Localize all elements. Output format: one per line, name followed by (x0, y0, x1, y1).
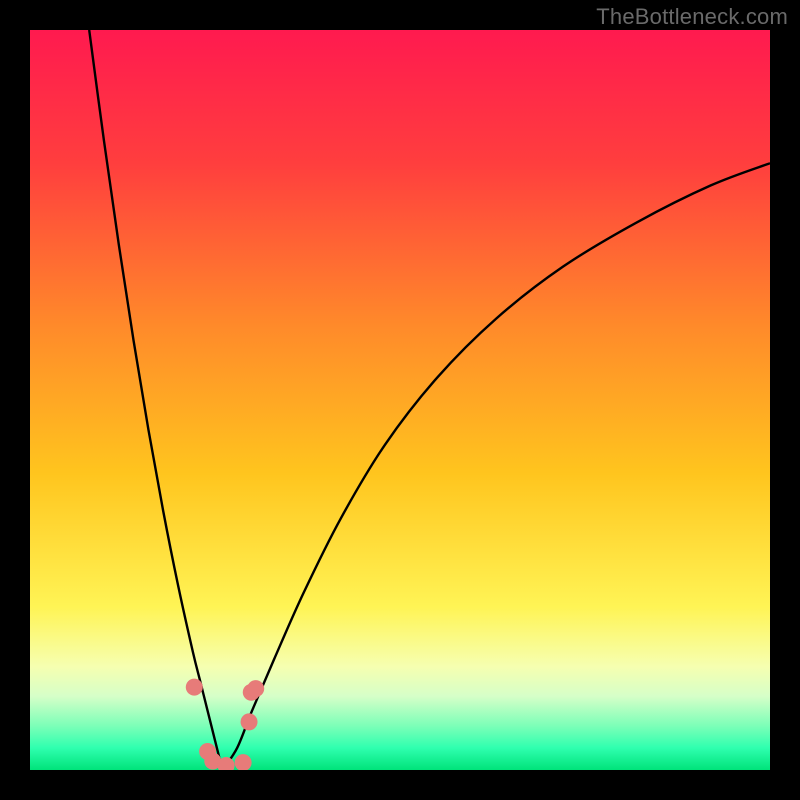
chart-frame: TheBottleneck.com (0, 0, 800, 800)
plot-area (30, 30, 770, 770)
bottleneck-chart (30, 30, 770, 770)
data-marker (186, 679, 203, 696)
attribution-label: TheBottleneck.com (596, 4, 788, 30)
gradient-background (30, 30, 770, 770)
data-marker (247, 680, 264, 697)
data-marker (241, 713, 258, 730)
